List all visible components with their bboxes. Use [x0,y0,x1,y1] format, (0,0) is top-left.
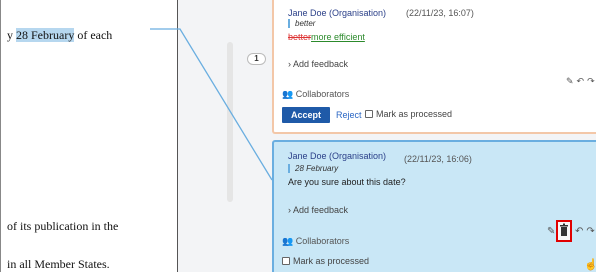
document-line-3[interactable]: in all Member States. [7,257,110,272]
forward-icon[interactable]: ↷ [586,226,596,237]
comment-count-badge[interactable]: 1 [247,53,266,65]
card1-collaborators-label: Collaborators [295,89,350,99]
comment-card-active[interactable]: Jane Doe (Organisation) (22/11/23, 16:06… [272,140,596,272]
document-edge [0,0,1,272]
card1-change: bettermore efficient [288,32,365,42]
card1-mark-processed[interactable]: Mark as processed [365,109,452,119]
card2-mark-label: Mark as processed [293,256,370,266]
accept-button[interactable]: Accept [282,107,330,123]
card2-quote: 28 February [288,164,338,173]
card1-add-feedback[interactable]: › Add feedback [288,59,348,69]
card2-collaborators[interactable]: 👥 Collaborators [282,236,349,247]
trash-icon [560,223,568,236]
suggestion-card[interactable]: Jane Doe (Organisation) (22/11/23, 16:07… [272,0,596,134]
card1-quote: better [288,19,315,28]
forward-icon[interactable]: ↷ [587,76,596,86]
card2-add-feedback[interactable]: › Add feedback [288,205,348,215]
card1-collaborators[interactable]: 👥 Collaborators [282,89,349,100]
hand-cursor-icon: ☝ [584,259,596,271]
people-icon: 👥 [282,89,294,99]
gutter [179,0,269,272]
card2-collaborators-label: Collaborators [295,236,350,246]
inserted-text: more efficient [311,32,365,42]
card2-timestamp: (22/11/23, 16:06) [404,154,472,164]
card1-toolbar: ✎↶↷ [566,76,596,87]
reply-icon[interactable]: ↶ [577,76,588,86]
delete-button[interactable] [556,220,572,242]
reply-icon[interactable]: ↶ [575,226,586,237]
document-line-2[interactable]: of its publication in the [7,219,118,234]
pencil-icon[interactable]: ✎ [566,76,577,86]
highlighted-date[interactable]: 28 February [16,28,75,42]
reject-button[interactable]: Reject [336,110,362,120]
card2-toolbar-right: ↶↷ [575,226,596,237]
document-line-1-before: y [7,28,16,42]
card2-mark-processed[interactable]: Mark as processed [282,256,369,266]
card1-mark-label: Mark as processed [376,109,453,119]
card2-mark-checkbox[interactable] [282,257,290,265]
card1-author: Jane Doe (Organisation) [288,8,387,18]
document-line-1-after: of each [74,28,113,42]
card1-timestamp: (22/11/23, 16:07) [406,8,474,18]
document-line-1[interactable]: y 28 February of each [7,28,112,43]
card1-mark-checkbox[interactable] [365,110,373,118]
card2-comment-text: Are you sure about this date? [288,177,406,187]
card2-author: Jane Doe (Organisation) [288,151,387,161]
gutter-scrollbar[interactable] [227,42,233,202]
deleted-text: better [288,32,312,42]
document-pane: y 28 February of each of its publication… [0,0,178,272]
people-icon: 👥 [282,236,294,246]
